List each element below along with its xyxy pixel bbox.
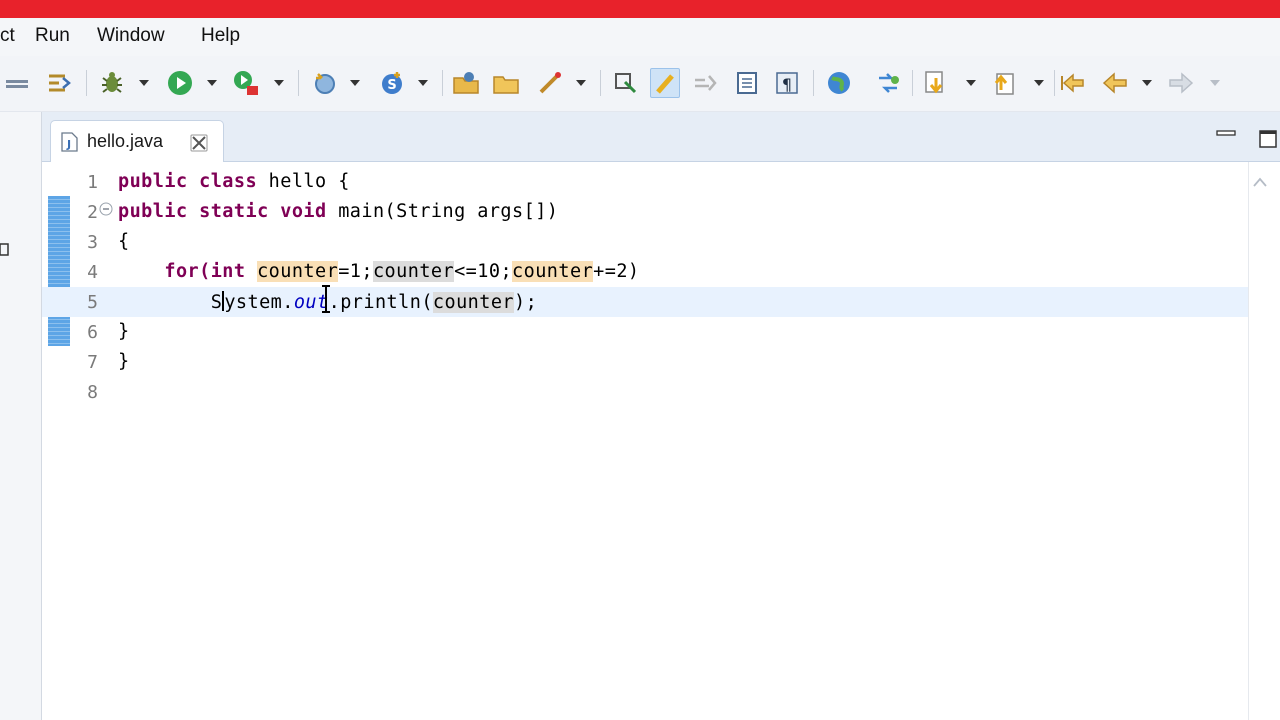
external-tools-dropdown-icon[interactable] bbox=[273, 79, 285, 87]
overview-ruler[interactable] bbox=[1248, 162, 1280, 720]
open-type-icon[interactable] bbox=[451, 68, 481, 98]
occurrence-read: counter bbox=[372, 261, 455, 282]
fold-collapse-icon[interactable] bbox=[99, 202, 113, 216]
next-annotation-dropdown-icon[interactable] bbox=[965, 79, 977, 87]
code-text: public class hello { bbox=[118, 171, 350, 192]
main-toolbar: S ¶ bbox=[0, 56, 1280, 112]
debug-icon[interactable] bbox=[97, 68, 127, 98]
forward-icon[interactable] bbox=[1166, 68, 1196, 98]
annotations-dropdown-icon[interactable] bbox=[575, 79, 587, 87]
toggle-ant-icon[interactable] bbox=[873, 68, 903, 98]
next-annotation-icon[interactable] bbox=[921, 68, 951, 98]
breadcrumb-icon[interactable] bbox=[691, 68, 721, 98]
line-number: 5 bbox=[87, 292, 98, 313]
code-line-8[interactable]: 8 bbox=[42, 377, 1248, 407]
editor-tab-hello-java[interactable]: J hello.java bbox=[50, 120, 224, 163]
skip-breakpoints-icon[interactable] bbox=[2, 68, 32, 98]
menu-help[interactable]: Help bbox=[201, 25, 240, 47]
code-line-5[interactable]: 5 System.out.println(counter); bbox=[42, 287, 1248, 317]
occurrence-write: counter bbox=[257, 261, 339, 282]
run-dropdown-icon[interactable] bbox=[206, 79, 218, 87]
forward-dropdown-icon[interactable] bbox=[1209, 79, 1221, 87]
text-cursor-icon bbox=[322, 285, 330, 313]
code-line-7[interactable]: 7 } bbox=[42, 347, 1248, 377]
chevron-up-icon[interactable] bbox=[1252, 176, 1268, 188]
svg-text:¶: ¶ bbox=[782, 75, 792, 94]
debug-dropdown-icon[interactable] bbox=[138, 79, 150, 87]
java-file-icon: J bbox=[61, 132, 78, 152]
editor-tab-bar: J hello.java bbox=[42, 112, 1280, 163]
web-browser-icon[interactable] bbox=[824, 68, 854, 98]
svg-text:J: J bbox=[66, 138, 71, 151]
toggle-highlight-icon[interactable] bbox=[650, 68, 680, 98]
close-icon[interactable] bbox=[189, 133, 209, 153]
occurrence-write: counter bbox=[512, 261, 594, 282]
code-line-2[interactable]: 2 public static void main(String args[]) bbox=[42, 197, 1248, 227]
step-filters-icon[interactable] bbox=[45, 68, 75, 98]
back-icon[interactable] bbox=[1100, 68, 1130, 98]
code-text: } bbox=[118, 351, 130, 372]
code-line-4[interactable]: 4 for(int counter=1;counter<=10;counter+… bbox=[42, 257, 1248, 287]
svg-text:S: S bbox=[387, 78, 396, 93]
line-number: 6 bbox=[87, 322, 98, 343]
code-editor[interactable]: 1 public class hello { 2 public static v… bbox=[42, 162, 1248, 720]
menu-window[interactable]: Window bbox=[97, 25, 165, 47]
previous-annotation-icon[interactable] bbox=[988, 68, 1018, 98]
block-selection-icon[interactable] bbox=[732, 68, 762, 98]
line-number: 2 bbox=[87, 202, 98, 223]
run-icon[interactable] bbox=[165, 68, 195, 98]
annotations-icon[interactable] bbox=[535, 68, 565, 98]
line-number: 7 bbox=[87, 352, 98, 373]
code-text: { bbox=[118, 231, 130, 252]
menu-bar: ct Run Window Help bbox=[0, 18, 1280, 56]
toggle-mark-occurrences-icon[interactable] bbox=[611, 68, 641, 98]
new-package-dropdown-icon[interactable] bbox=[349, 79, 361, 87]
code-text: } bbox=[118, 321, 130, 342]
run-external-tools-icon[interactable] bbox=[231, 68, 261, 98]
code-text: for(int counter=1;counter<=10;counter+=2… bbox=[164, 261, 640, 282]
line-number: 3 bbox=[87, 232, 98, 253]
left-view-strip bbox=[0, 112, 42, 720]
last-edit-location-icon[interactable] bbox=[1058, 68, 1088, 98]
minimize-icon[interactable] bbox=[1216, 127, 1236, 139]
line-number: 4 bbox=[87, 262, 98, 283]
new-java-package-icon[interactable] bbox=[310, 68, 340, 98]
code-line-6[interactable]: 6 } bbox=[42, 317, 1248, 347]
new-java-class-icon[interactable]: S bbox=[377, 68, 407, 98]
line-number: 8 bbox=[87, 382, 98, 403]
open-folder-icon[interactable] bbox=[491, 68, 521, 98]
show-whitespace-icon[interactable]: ¶ bbox=[772, 68, 802, 98]
code-text: public static void main(String args[]) bbox=[118, 201, 559, 222]
previous-annotation-dropdown-icon[interactable] bbox=[1033, 79, 1045, 87]
new-class-dropdown-icon[interactable] bbox=[417, 79, 429, 87]
restore-view-icon[interactable] bbox=[0, 242, 10, 258]
back-dropdown-icon[interactable] bbox=[1141, 79, 1153, 87]
tab-label: hello.java bbox=[87, 131, 164, 151]
occurrence-read: counter bbox=[432, 292, 515, 313]
menu-project[interactable]: ct bbox=[0, 25, 15, 47]
menu-run[interactable]: Run bbox=[35, 25, 70, 47]
window-title-bar bbox=[0, 0, 1280, 18]
code-line-1[interactable]: 1 public class hello { bbox=[42, 167, 1248, 197]
code-line-3[interactable]: 3 { bbox=[42, 227, 1248, 257]
line-number: 1 bbox=[87, 172, 98, 193]
maximize-icon[interactable] bbox=[1258, 129, 1278, 149]
